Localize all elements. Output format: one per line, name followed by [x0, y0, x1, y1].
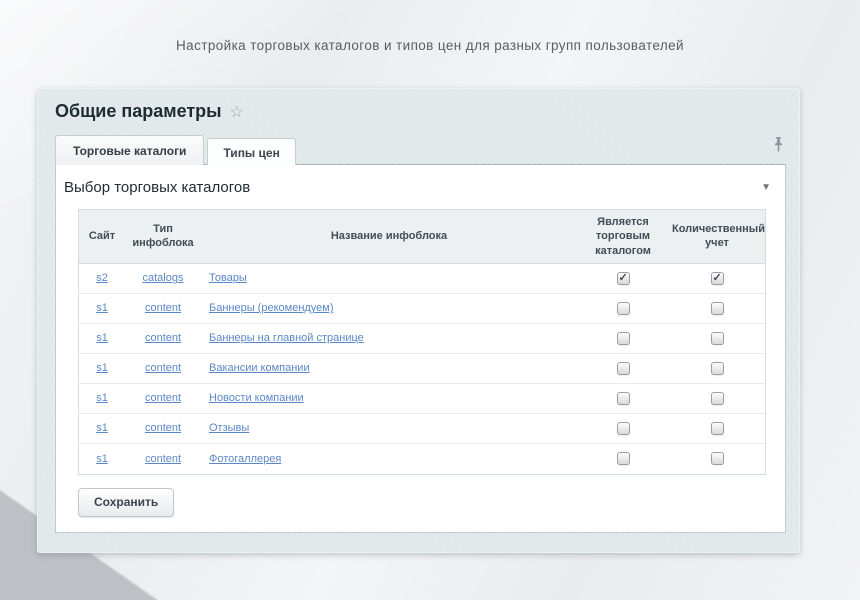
site-link[interactable]: s1 [96, 302, 108, 314]
panel-title-row: Общие параметры ☆ [55, 101, 782, 122]
tab-price-types[interactable]: Типы цен [207, 138, 295, 165]
quantity-checkbox[interactable] [711, 422, 724, 435]
tab-trade-catalogs[interactable]: Торговые каталоги [55, 135, 204, 165]
quantity-checkbox[interactable] [711, 452, 724, 465]
column-header-site: Сайт [79, 224, 125, 248]
type-link[interactable]: content [145, 362, 181, 374]
catalogs-table: Сайт Тип инфоблока Название инфоблока Яв… [78, 209, 766, 475]
column-header-quantity: Количественный учет [669, 217, 765, 256]
site-link[interactable]: s2 [96, 272, 108, 284]
type-link[interactable]: content [145, 302, 181, 314]
type-link[interactable]: content [145, 422, 181, 434]
site-link[interactable]: s1 [96, 453, 108, 465]
is-catalog-checkbox[interactable] [617, 422, 630, 435]
table-row: s1 content Баннеры (рекомендуем) [79, 294, 765, 324]
column-header-name: Название инфоблока [201, 224, 577, 248]
site-link[interactable]: s1 [96, 422, 108, 434]
type-link[interactable]: content [145, 392, 181, 404]
quantity-checkbox[interactable] [711, 332, 724, 345]
type-link[interactable]: catalogs [143, 272, 184, 284]
table-row: s1 content Вакансии компании [79, 354, 765, 384]
quantity-checkbox[interactable] [711, 362, 724, 375]
section-header: Выбор торговых каталогов ▼ [56, 165, 785, 206]
column-header-is-catalog: Является торговым каталогом [577, 210, 669, 263]
pin-icon[interactable] [773, 137, 784, 164]
name-link[interactable]: Фотогаллерея [209, 453, 281, 465]
chevron-down-icon[interactable]: ▼ [761, 182, 771, 193]
is-catalog-checkbox[interactable] [617, 362, 630, 375]
table-row: s2 catalogs Товары [79, 264, 765, 294]
tab-bar: Торговые каталоги Типы цен [37, 135, 800, 165]
is-catalog-checkbox[interactable] [617, 452, 630, 465]
table-row: s1 content Фотогаллерея [79, 444, 765, 474]
name-link[interactable]: Новости компании [209, 392, 304, 404]
name-link[interactable]: Вакансии компании [209, 362, 310, 374]
table-row: s1 content Новости компании [79, 384, 765, 414]
quantity-checkbox[interactable] [711, 302, 724, 315]
name-link[interactable]: Баннеры на главной странице [209, 332, 364, 344]
name-link[interactable]: Товары [209, 272, 247, 284]
is-catalog-checkbox[interactable] [617, 392, 630, 405]
name-link[interactable]: Отзывы [209, 422, 249, 434]
type-link[interactable]: content [145, 332, 181, 344]
star-icon[interactable]: ☆ [230, 105, 244, 121]
settings-panel: Общие параметры ☆ Торговые каталоги Типы… [37, 88, 800, 553]
table-row: s1 content Отзывы [79, 414, 765, 444]
table-header: Сайт Тип инфоблока Название инфоблока Яв… [79, 210, 765, 264]
table-row: s1 content Баннеры на главной странице [79, 324, 765, 354]
page-caption: Настройка торговых каталогов и типов цен… [0, 38, 860, 53]
column-header-type: Тип инфоблока [125, 217, 201, 256]
is-catalog-checkbox[interactable] [617, 302, 630, 315]
save-button[interactable]: Сохранить [78, 488, 174, 517]
site-link[interactable]: s1 [96, 332, 108, 344]
section-title: Выбор торговых каталогов [64, 179, 250, 196]
type-link[interactable]: content [145, 453, 181, 465]
site-link[interactable]: s1 [96, 392, 108, 404]
page-title: Общие параметры [55, 101, 222, 122]
quantity-checkbox[interactable] [711, 272, 724, 285]
quantity-checkbox[interactable] [711, 392, 724, 405]
site-link[interactable]: s1 [96, 362, 108, 374]
is-catalog-checkbox[interactable] [617, 272, 630, 285]
table-body: s2 catalogs Товары s1 content Баннеры (р… [79, 264, 765, 474]
name-link[interactable]: Баннеры (рекомендуем) [209, 302, 334, 314]
is-catalog-checkbox[interactable] [617, 332, 630, 345]
tab-content: Выбор торговых каталогов ▼ Сайт Тип инфо… [55, 164, 786, 533]
